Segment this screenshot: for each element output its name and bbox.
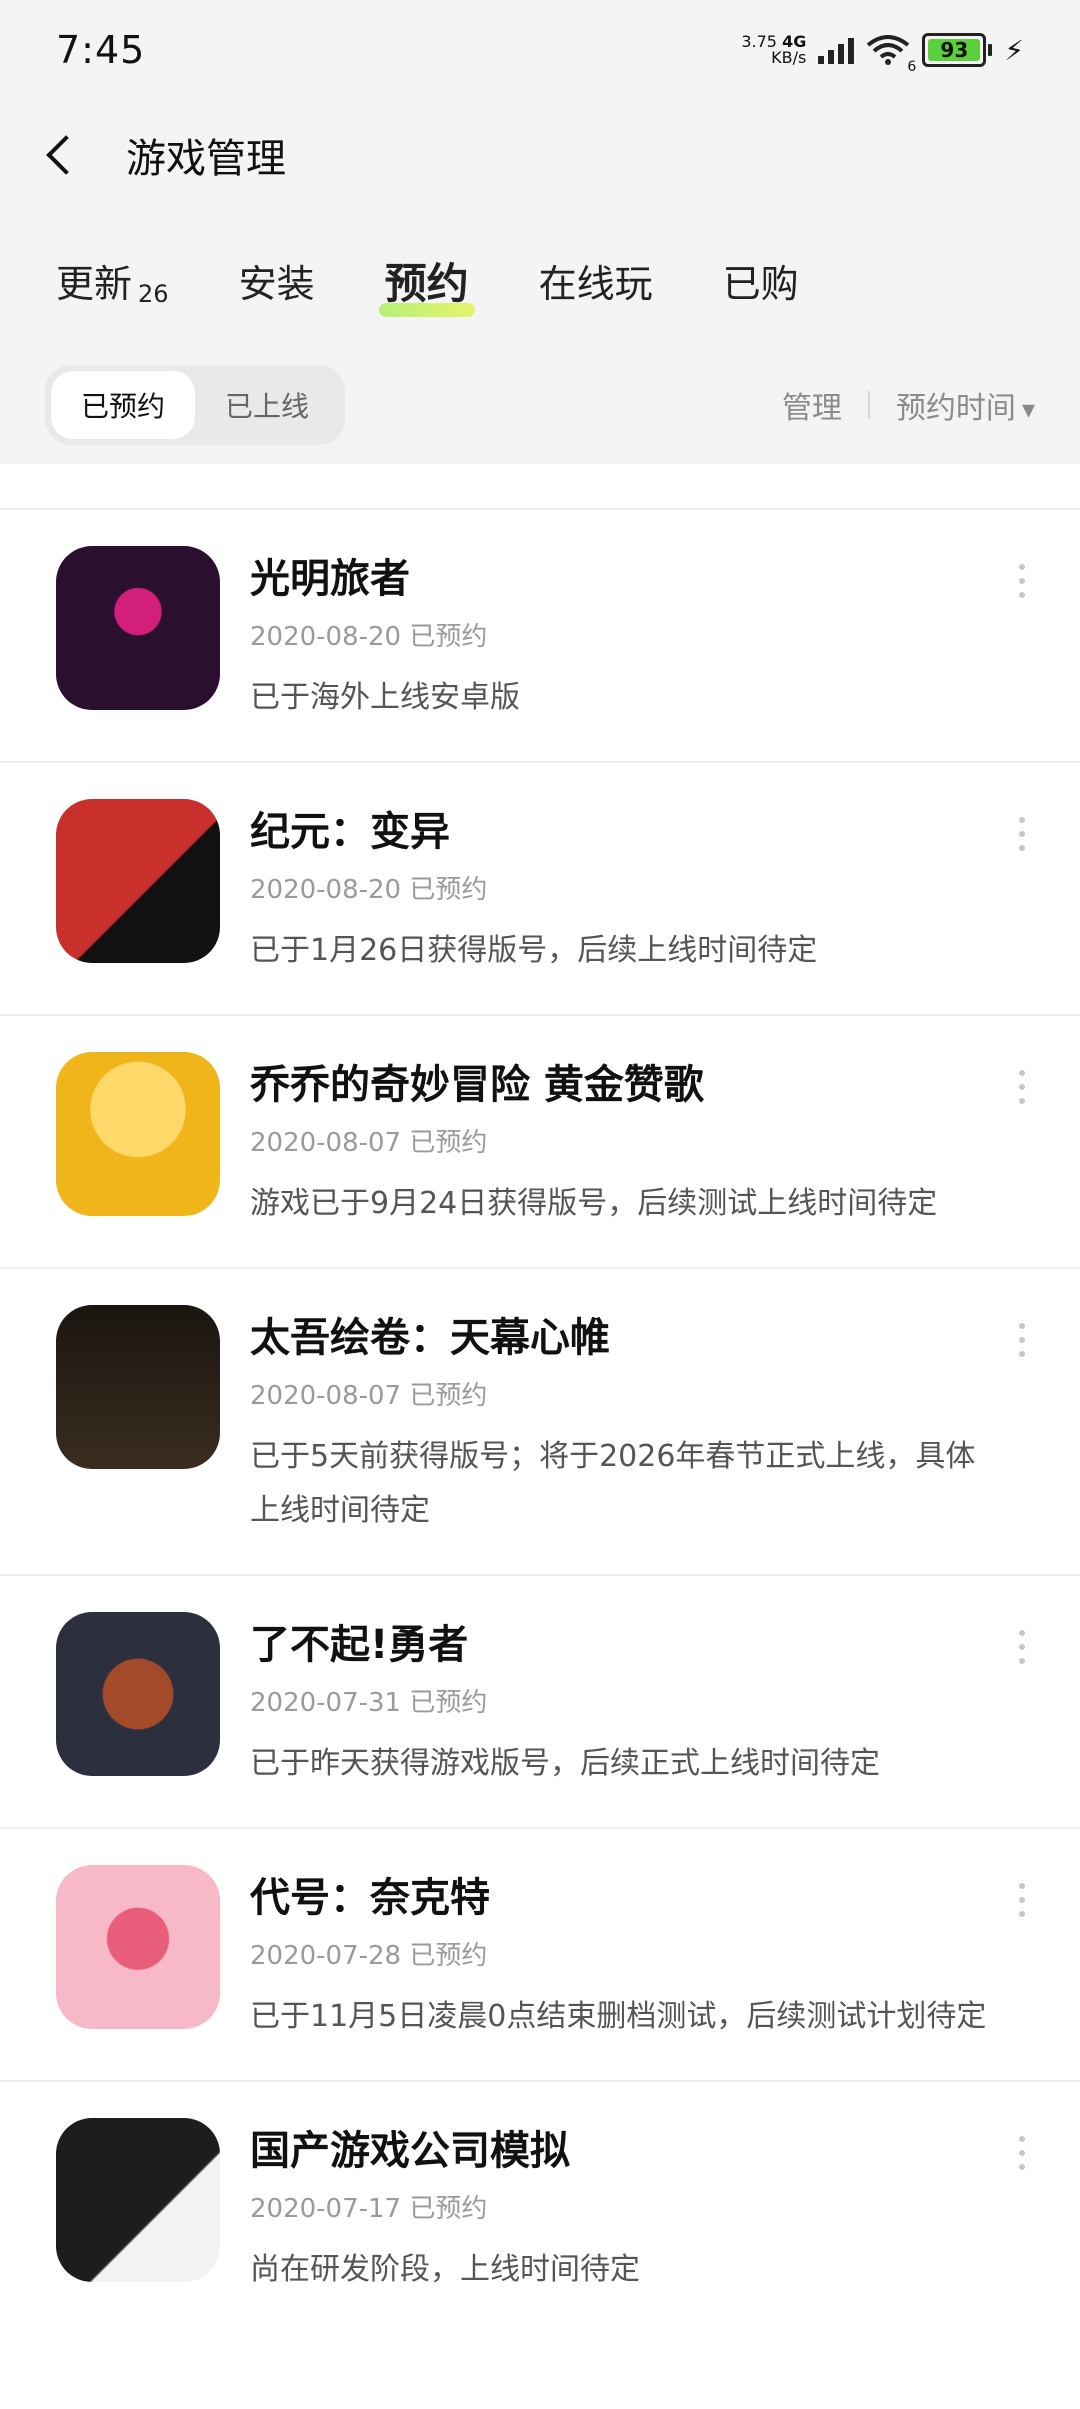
tab-online-play[interactable]: 在线玩 — [539, 253, 653, 308]
list-item[interactable]: 代号：奈克特 2020-07-28 已预约 已于11月5日凌晨0点结束删档测试，… — [0, 1827, 1080, 2080]
app-header: 游戏管理 — [0, 100, 1080, 210]
divider — [867, 391, 870, 419]
game-name: 乔乔的奇妙冒险 黄金赞歌 — [250, 1062, 704, 1108]
page-title: 游戏管理 — [126, 136, 286, 182]
status-bar: 7:45 3.75 4G KB/s 6 93 ⚡ — [0, 0, 1080, 100]
status-desc: 游戏已于9月24日获得版号，后续测试上线时间待定 — [250, 1186, 938, 1221]
tab-purchased-label: 已购 — [722, 261, 799, 306]
charging-icon: ⚡ — [1004, 33, 1024, 67]
wifi-icon: 6 — [866, 35, 916, 75]
reserve-date: 2020-08-07 已预约 — [250, 1128, 488, 1158]
segment-control: 已预约 已上线 — [45, 365, 346, 445]
game-name: 纪元：变异 — [250, 809, 450, 855]
game-icon — [56, 1612, 220, 1776]
more-options-icon[interactable] — [1004, 1865, 1040, 2044]
game-name: 代号：奈克特 — [250, 1875, 490, 1921]
caret-down-icon: ▾ — [1021, 395, 1035, 425]
game-name: 了不起!勇者 — [250, 1622, 469, 1668]
game-icon — [56, 546, 220, 710]
more-options-icon[interactable] — [1004, 1612, 1040, 1791]
game-icon — [56, 1865, 220, 2029]
wifi-level: 6 — [907, 59, 917, 75]
reserve-date: 2020-08-07 已预约 — [250, 1381, 488, 1411]
game-icon — [56, 2118, 220, 2282]
game-name: 光明旅者 — [250, 556, 410, 602]
reserve-date: 2020-07-31 已预约 — [250, 1688, 488, 1718]
status-desc: 尚在研发阶段，上线时间待定 — [250, 2252, 640, 2287]
list-item[interactable]: 国产游戏公司模拟 2020-07-17 已预约 尚在研发阶段，上线时间待定 — [0, 2080, 1080, 2333]
tab-reservations[interactable]: 预约 — [378, 250, 475, 317]
sort-label: 预约时间 — [895, 391, 1016, 426]
reserve-date: 2020-07-17 已预约 — [250, 2194, 488, 2224]
list-item[interactable]: 了不起!勇者 2020-07-31 已预约 已于昨天获得游戏版号，后续正式上线时… — [0, 1574, 1080, 1827]
reservation-list: 光明旅者 2020-08-20 已预约 已于海外上线安卓版 纪元：变异 2020… — [0, 464, 1080, 2409]
manage-button[interactable]: 管理 — [782, 383, 842, 427]
segment-reserved[interactable]: 已预约 — [51, 371, 196, 439]
list-item[interactable]: 光明旅者 2020-08-20 已预约 已于海外上线安卓版 — [0, 508, 1080, 761]
tab-bar: 更新 26 安装 预约 在线玩 已购 — [0, 210, 1080, 350]
reserve-date: 2020-07-28 已预约 — [250, 1941, 488, 1971]
list-item[interactable]: 乔乔的奇妙冒险 黄金赞歌 2020-08-07 已预约 游戏已于9月24日获得版… — [0, 1014, 1080, 1267]
sort-dropdown[interactable]: 预约时间 ▾ — [896, 383, 1035, 427]
battery-icon: 93 — [922, 33, 993, 67]
tab-online-play-label: 在线玩 — [538, 261, 653, 306]
game-icon — [56, 1052, 220, 1216]
tab-updates[interactable]: 更新 26 — [56, 253, 169, 308]
tab-reservations-label: 预约 — [384, 258, 469, 308]
status-desc: 已于1月26日获得版号，后续上线时间待定 — [250, 933, 818, 968]
filter-actions: 管理 预约时间 ▾ — [782, 383, 1035, 427]
tab-updates-count: 26 — [138, 279, 169, 308]
tab-installed-label: 安装 — [238, 261, 315, 306]
tab-installed[interactable]: 安装 — [239, 253, 315, 308]
more-options-icon[interactable] — [1004, 2118, 1040, 2297]
reserve-date: 2020-08-20 已预约 — [250, 622, 488, 652]
reserve-date: 2020-08-20 已预约 — [250, 875, 488, 905]
network-speed: 3.75 4G KB/s — [741, 34, 806, 66]
segment-released[interactable]: 已上线 — [195, 371, 339, 439]
battery-level: 93 — [940, 38, 969, 62]
game-icon — [56, 1305, 220, 1469]
status-desc: 已于11月5日凌晨0点结束删档测试，后续测试计划待定 — [250, 1999, 987, 2034]
game-name: 太吾绘卷：天幕心帷 — [250, 1315, 610, 1361]
tab-updates-label: 更新 — [56, 261, 133, 306]
status-indicators: 3.75 4G KB/s 6 93 ⚡ — [741, 33, 1024, 75]
network-speed-unit: KB/s — [771, 48, 807, 67]
status-desc: 已于海外上线安卓版 — [250, 680, 520, 715]
status-desc: 已于5天前获得版号；将于2026年春节正式上线，具体上线时间待定 — [250, 1439, 976, 1528]
status-desc: 已于昨天获得游戏版号，后续正式上线时间待定 — [250, 1746, 880, 1781]
game-icon — [56, 799, 220, 963]
status-time: 7:45 — [56, 28, 146, 72]
more-options-icon[interactable] — [1004, 546, 1040, 725]
signal-icon — [818, 36, 855, 64]
tab-purchased[interactable]: 已购 — [723, 253, 799, 308]
more-options-icon[interactable] — [1004, 799, 1040, 978]
filter-bar: 已预约 已上线 管理 预约时间 ▾ — [0, 350, 1080, 460]
more-options-icon[interactable] — [1004, 1305, 1040, 1538]
game-name: 国产游戏公司模拟 — [250, 2128, 570, 2174]
back-button[interactable] — [40, 135, 80, 175]
list-item[interactable]: 太吾绘卷：天幕心帷 2020-08-07 已预约 已于5天前获得版号；将于202… — [0, 1267, 1080, 1574]
list-item[interactable]: 纪元：变异 2020-08-20 已预约 已于1月26日获得版号，后续上线时间待… — [0, 761, 1080, 1014]
more-options-icon[interactable] — [1004, 1052, 1040, 1231]
